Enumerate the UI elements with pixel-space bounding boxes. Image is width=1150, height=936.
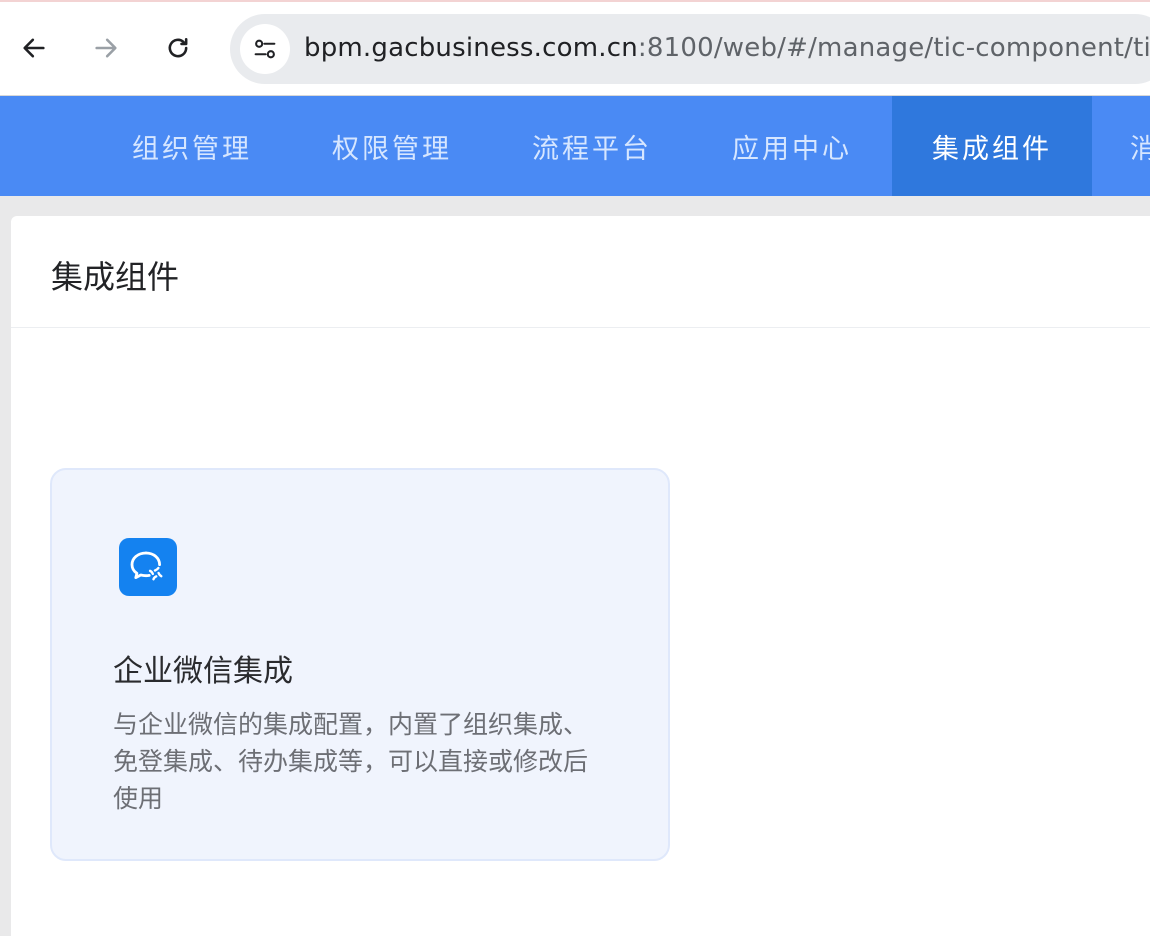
- wechat-work-icon: [119, 538, 177, 596]
- page-title: 集成组件: [51, 258, 180, 296]
- nav-item-organization[interactable]: 组织管理: [92, 96, 292, 196]
- tune-icon: [254, 39, 276, 59]
- nav-item-permissions[interactable]: 权限管理: [292, 96, 492, 196]
- reload-button[interactable]: [158, 26, 198, 70]
- card-description: 与企业微信的集成配置，内置了组织集成、免登集成、待办集成等，可以直接或修改后使用: [113, 710, 589, 813]
- top-navigation: 组织管理 权限管理 流程平台 应用中心 集成组件 消: [0, 96, 1150, 196]
- nav-item-app-center[interactable]: 应用中心: [692, 96, 892, 196]
- wechat-work-integration-card[interactable]: 企业微信集成 与企业微信的集成配置，内置了组织集成、免登集成、待办集成等，可以直…: [50, 468, 670, 861]
- browser-toolbar: bpm.gacbusiness.com.cn:8100/web/#/manage…: [0, 0, 1150, 96]
- nav-item-message[interactable]: 消: [1092, 96, 1150, 196]
- url-path: :8100/web/#/manage/tic-component/ti: [637, 33, 1150, 63]
- url-text[interactable]: bpm.gacbusiness.com.cn:8100/web/#/manage…: [304, 33, 1150, 63]
- reload-icon: [168, 37, 188, 58]
- forward-button[interactable]: [86, 26, 126, 70]
- nav-item-integration[interactable]: 集成组件: [892, 96, 1092, 196]
- panel-header: 集成组件: [11, 216, 1150, 328]
- arrow-right-icon: [95, 38, 117, 58]
- card-title: 企业微信集成: [113, 654, 293, 689]
- url-host: bpm.gacbusiness.com.cn: [304, 33, 638, 63]
- site-info-button[interactable]: [240, 24, 290, 74]
- nav-item-process-platform[interactable]: 流程平台: [492, 96, 692, 196]
- address-bar[interactable]: bpm.gacbusiness.com.cn:8100/web/#/manage…: [230, 14, 1150, 84]
- arrow-left-icon: [23, 38, 45, 58]
- back-button[interactable]: [14, 26, 54, 70]
- main-panel: 集成组件 企业微信集成 与企业微信的集成配置，内置了组织集成、免登集成、待办集成…: [11, 216, 1150, 936]
